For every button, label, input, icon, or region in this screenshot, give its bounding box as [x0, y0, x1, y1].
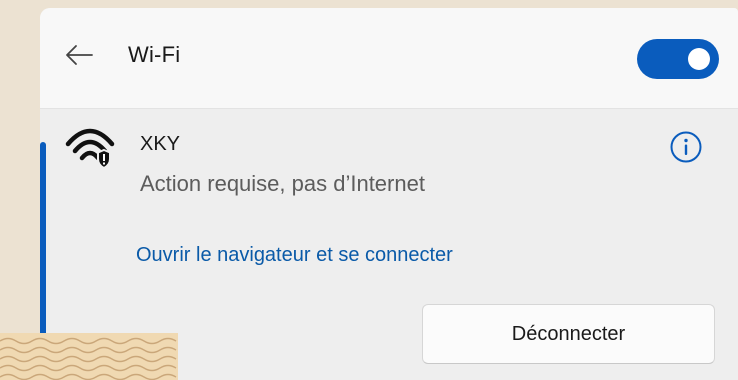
wifi-toggle[interactable]	[637, 39, 719, 79]
decorative-tape	[0, 333, 178, 380]
wifi-warning-icon	[65, 128, 115, 170]
disconnect-button[interactable]: Déconnecter	[422, 304, 715, 364]
wifi-panel: Wi-Fi XKY Action requise, pas d’Internet…	[40, 8, 738, 380]
network-name: XKY	[140, 133, 181, 155]
page-title: Wi-Fi	[128, 42, 181, 67]
network-status: Action requise, pas d’Internet	[140, 171, 425, 196]
info-icon[interactable]	[669, 130, 703, 164]
open-browser-link[interactable]: Ouvrir le navigateur et se connecter	[136, 244, 453, 267]
toggle-knob	[688, 48, 710, 70]
wifi-header: Wi-Fi	[40, 8, 738, 109]
arrow-left-icon[interactable]	[64, 44, 94, 66]
